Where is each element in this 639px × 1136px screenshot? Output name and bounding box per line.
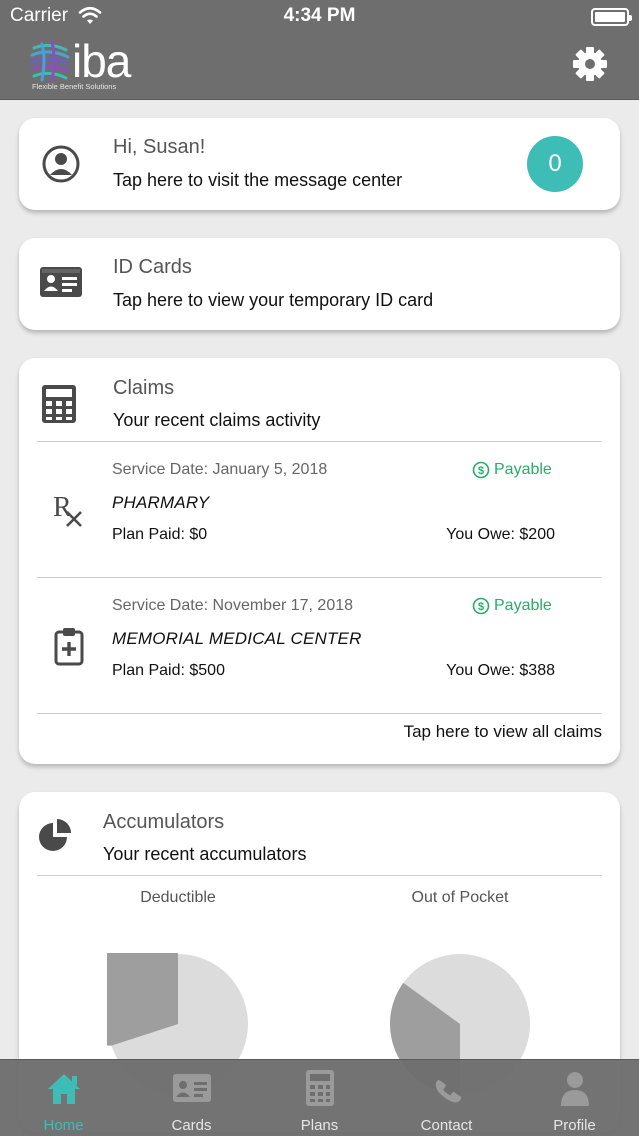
tab-label: Profile xyxy=(553,1117,596,1134)
svg-text:$: $ xyxy=(478,601,484,613)
divider xyxy=(37,875,602,876)
medical-clipboard-icon xyxy=(53,626,85,671)
id-card-icon xyxy=(173,1074,211,1102)
pie-chart-icon xyxy=(37,818,75,859)
claim-service-date: Service Date: November 17, 2018 xyxy=(112,597,354,614)
greeting-title: Hi, Susan! xyxy=(113,136,206,158)
dollar-circle-icon: $ xyxy=(472,461,490,479)
status-bar: Carrier 4:34 PM xyxy=(0,0,639,34)
claim-plan-paid: Plan Paid: $0 xyxy=(112,526,208,543)
claims-card: Claims Your recent claims activity Servi… xyxy=(19,358,620,764)
tab-label: Contact xyxy=(420,1117,473,1134)
accumulators-subtitle: Your recent accumulators xyxy=(103,844,307,864)
message-center-card[interactable]: Hi, Susan! Tap here to visit the message… xyxy=(19,118,620,210)
header: iba Flexible Benefit Solutions xyxy=(0,34,639,100)
iba-logo: iba Flexible Benefit Solutions xyxy=(30,35,160,94)
claim-plan-paid: Plan Paid: $500 xyxy=(112,662,225,679)
id-cards-subtitle: Tap here to view your temporary ID card xyxy=(113,290,434,310)
claim-status-label: Payable xyxy=(494,597,552,614)
tab-plans[interactable]: Plans xyxy=(256,1060,383,1136)
out-of-pocket-label: Out of Pocket xyxy=(411,889,509,906)
tab-label: Home xyxy=(43,1117,84,1134)
iba-logo-mark-icon xyxy=(30,40,70,82)
claim-you-owe: You Owe: $200 xyxy=(446,526,555,543)
tab-bar: Home Cards Plans Contact Profile xyxy=(0,1059,639,1136)
tab-contact[interactable]: Contact xyxy=(383,1060,510,1136)
rx-icon: R xyxy=(51,492,85,533)
tab-home[interactable]: Home xyxy=(0,1060,127,1136)
person-icon xyxy=(561,1072,589,1106)
claim-provider: PHARMARY xyxy=(112,493,210,512)
claim-status-label: Payable xyxy=(494,461,552,478)
calculator-icon xyxy=(41,384,77,429)
tab-label: Cards xyxy=(171,1117,212,1134)
gear-icon[interactable] xyxy=(571,45,609,83)
id-card-icon xyxy=(39,264,83,305)
logo-wordmark: iba xyxy=(72,35,131,87)
claim-provider: MEMORIAL MEDICAL CENTER xyxy=(112,629,362,648)
tab-label: Plans xyxy=(300,1117,339,1134)
status-time: 4:34 PM xyxy=(283,5,356,26)
accumulators-title: Accumulators xyxy=(103,811,225,833)
claim-row[interactable]: Service Date: November 17, 2018 $ Payabl… xyxy=(19,578,620,714)
message-count-badge[interactable]: 0 xyxy=(527,136,583,192)
claims-title: Claims xyxy=(113,377,175,399)
deductible-label: Deductible xyxy=(140,889,216,906)
battery-icon xyxy=(591,8,632,26)
logo-tagline: Flexible Benefit Solutions xyxy=(32,82,117,91)
claim-row[interactable]: Service Date: January 5, 2018 $ Payable … xyxy=(19,442,620,578)
claims-subtitle: Your recent claims activity xyxy=(113,410,321,430)
home-icon xyxy=(48,1074,80,1104)
greeting-subtitle: Tap here to visit the message center xyxy=(113,170,403,190)
phone-icon xyxy=(435,1080,462,1103)
id-cards-card[interactable]: ID Cards Tap here to view your temporary… xyxy=(19,238,620,330)
divider xyxy=(37,713,602,714)
claim-you-owe: You Owe: $388 xyxy=(446,662,555,679)
claim-status: $ Payable xyxy=(472,597,552,615)
dollar-circle-icon: $ xyxy=(472,597,490,615)
tab-cards[interactable]: Cards xyxy=(128,1060,255,1136)
claim-service-date: Service Date: January 5, 2018 xyxy=(112,461,328,478)
tab-profile[interactable]: Profile xyxy=(511,1060,638,1136)
svg-text:R: R xyxy=(53,492,72,523)
id-cards-title: ID Cards xyxy=(113,256,192,278)
claim-status: $ Payable xyxy=(472,461,552,479)
svg-text:$: $ xyxy=(478,465,484,477)
view-all-claims-link[interactable]: Tap here to view all claims xyxy=(404,722,602,742)
user-avatar-icon xyxy=(41,144,81,189)
calculator-icon xyxy=(306,1070,334,1106)
